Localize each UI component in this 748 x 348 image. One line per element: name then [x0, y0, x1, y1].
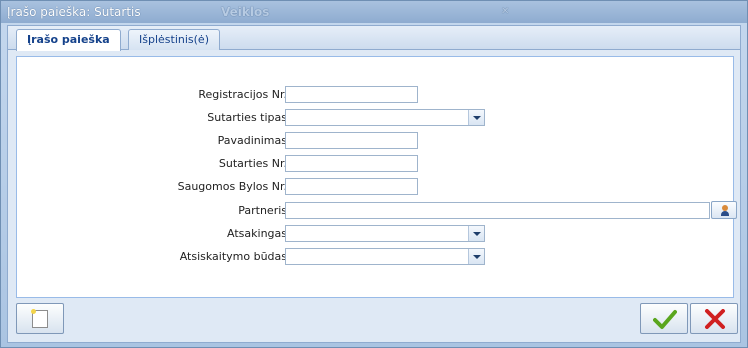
responsible-label: Atsakingas [227, 227, 287, 240]
payment-method-label: Atsiskaitymo būdas [179, 250, 287, 263]
archive-file-no-label: Saugomos Bylos Nr. [177, 180, 287, 193]
partner-lookup-button[interactable] [711, 201, 737, 219]
contract-no-input[interactable] [285, 155, 418, 172]
ok-button[interactable] [640, 303, 688, 334]
name-input[interactable] [285, 132, 418, 149]
dialog-title: Įrašo paieška: Sutartis [7, 5, 141, 19]
cancel-button[interactable] [690, 303, 738, 334]
tab-advanced[interactable]: Išplėstinis(ė) [128, 29, 220, 50]
responsible-select[interactable] [285, 225, 485, 242]
field-row-payment-method: Atsiskaitymo būdas [17, 248, 733, 266]
field-row-archive-file-no: Saugomos Bylos Nr. [17, 178, 733, 196]
new-document-icon [31, 309, 48, 328]
field-row-contract-type: Sutarties tipas [17, 109, 733, 127]
payment-method-dropdown-icon[interactable] [468, 249, 484, 264]
tab-record-search[interactable]: Įrašo paieška [16, 29, 121, 51]
dialog-titlebar[interactable]: Įrašo paieška: Sutartis Veiklos ✕ [1, 1, 747, 23]
field-row-name: Pavadinimas [17, 132, 733, 150]
name-label: Pavadinimas [217, 134, 287, 147]
field-row-responsible: Atsakingas [17, 225, 733, 243]
search-dialog: Įrašo paieška: Sutartis Veiklos ✕ Įrašo … [0, 0, 748, 348]
responsible-dropdown-icon[interactable] [468, 226, 484, 241]
search-form: Registracijos Nr. Sutarties tipas Pavadi… [16, 56, 737, 298]
partner-input[interactable] [285, 202, 710, 219]
archive-file-no-input[interactable] [285, 178, 418, 195]
tab-strip: Įrašo paieška Išplėstinis(ė) [8, 26, 740, 51]
partner-label: Partneris [238, 204, 287, 217]
check-icon [653, 310, 677, 329]
close-icon [705, 309, 725, 329]
background-close-icon: ✕ [501, 6, 510, 17]
registration-no-input[interactable] [285, 86, 418, 103]
background-window-title: Veiklos [221, 5, 270, 19]
field-row-partner: Partneris [17, 201, 737, 220]
payment-method-select[interactable] [285, 248, 485, 265]
new-record-button[interactable] [16, 303, 64, 334]
person-icon [721, 205, 729, 216]
contract-type-dropdown-icon[interactable] [468, 110, 484, 125]
registration-no-label: Registracijos Nr. [198, 88, 287, 101]
contract-type-select[interactable] [285, 109, 485, 126]
field-row-registration-no: Registracijos Nr. [17, 86, 733, 104]
dialog-body: Įrašo paieška Išplėstinis(ė) Registracij… [7, 25, 741, 343]
field-row-contract-no: Sutarties Nr. [17, 155, 733, 173]
contract-type-label: Sutarties tipas [207, 111, 287, 124]
contract-no-label: Sutarties Nr. [218, 157, 287, 170]
dialog-toolbar [14, 300, 738, 338]
